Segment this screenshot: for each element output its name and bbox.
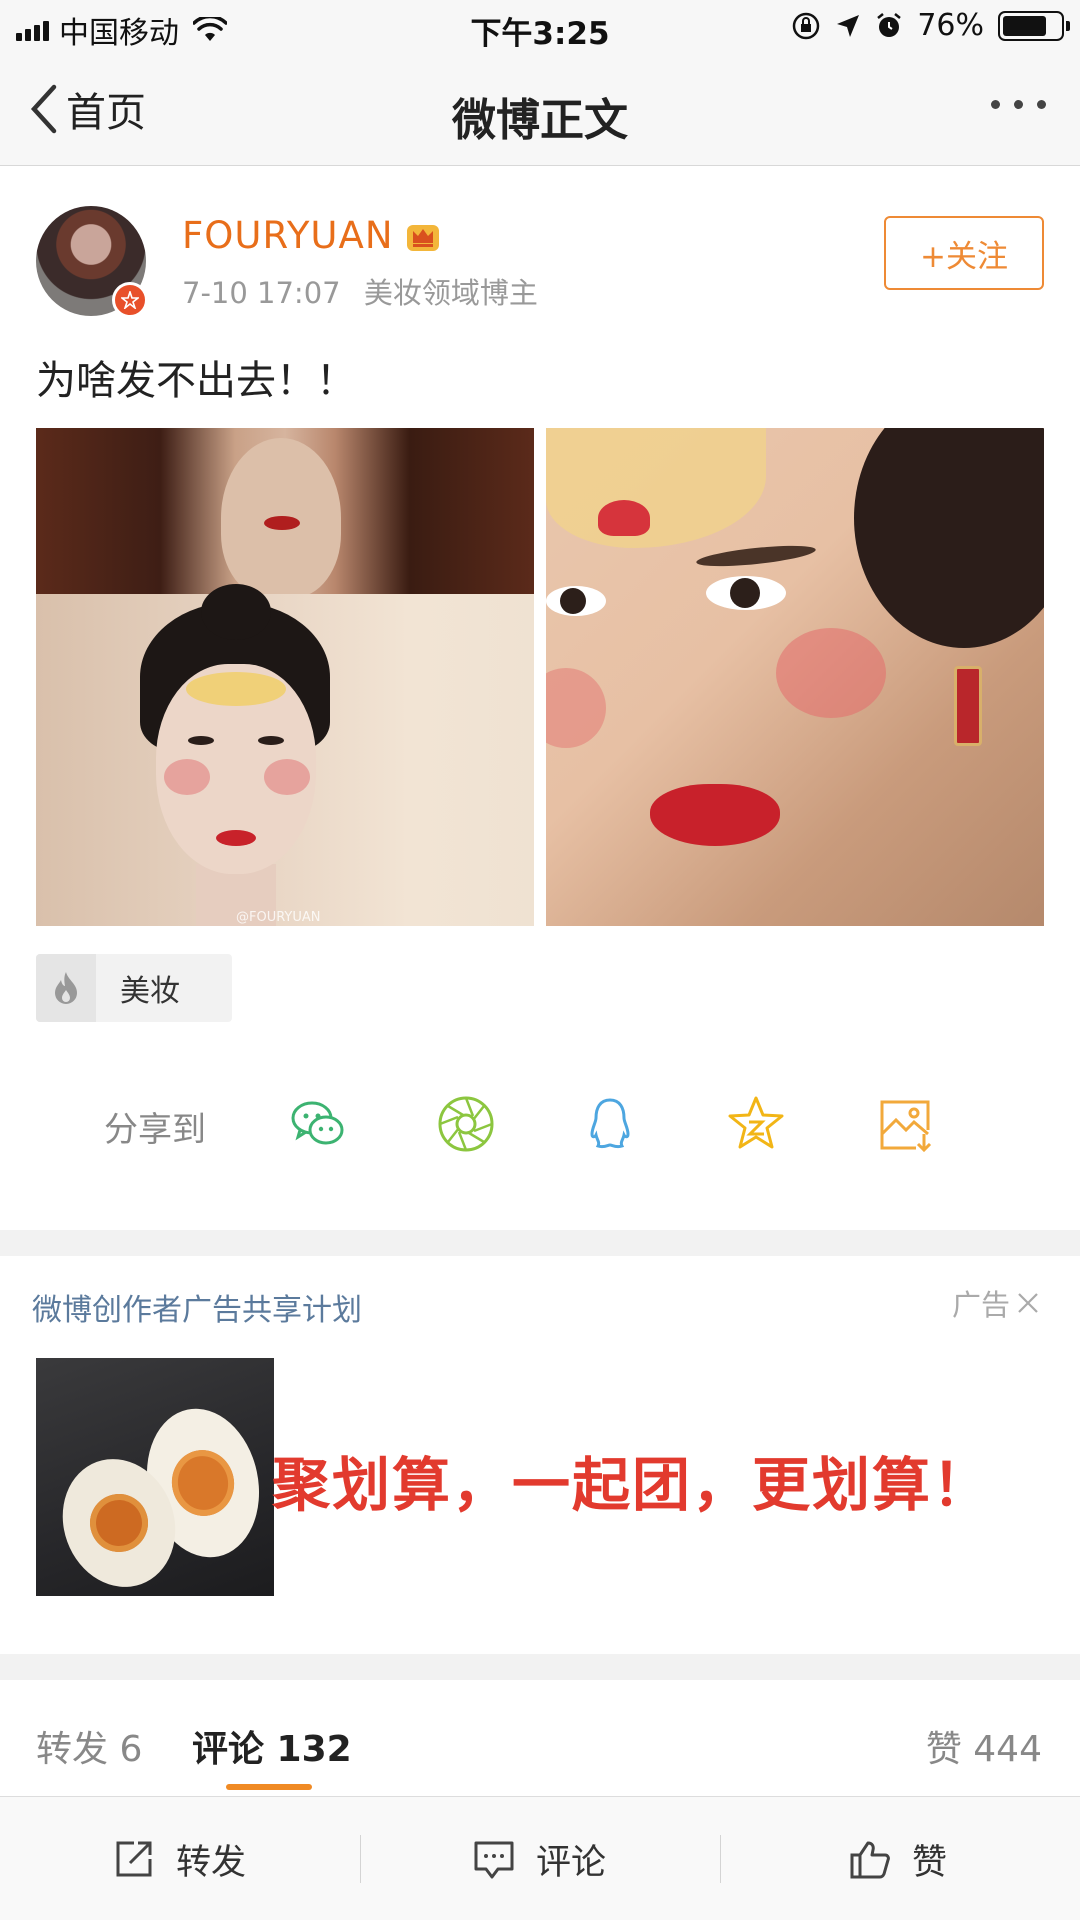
ad-dismiss-button[interactable]: 广告: [952, 1282, 1040, 1324]
thumbs-up-icon: [850, 1841, 890, 1879]
ad-title[interactable]: 微博创作者广告共享计划: [32, 1285, 362, 1329]
alarm-icon: [877, 12, 902, 37]
more-dot: [1014, 100, 1023, 109]
author-tag: 美妆领域博主: [363, 276, 538, 310]
more-dot: [991, 100, 1000, 109]
post-text: 为啥发不出去！！: [36, 358, 356, 404]
rotation-lock-icon: [793, 12, 820, 39]
more-options-button[interactable]: [991, 100, 1046, 109]
topic-label: 美妆: [120, 974, 180, 1009]
crown-icon: [406, 224, 439, 251]
section-divider: [0, 1654, 1080, 1680]
save-image-icon[interactable]: [876, 1094, 936, 1154]
image-panel-top: [36, 428, 534, 598]
post-timestamp: 7-10 17:07: [182, 276, 341, 310]
comment-button[interactable]: 评论: [472, 1797, 606, 1920]
topic-tag[interactable]: 美妆: [36, 954, 232, 1022]
moments-icon[interactable]: [436, 1094, 496, 1154]
tab-indicator: [226, 1784, 312, 1790]
toolbar-separator: [720, 1835, 721, 1883]
close-icon: [1018, 1293, 1038, 1313]
image-panel-bottom: [36, 584, 534, 926]
page-title: 微博正文: [452, 95, 628, 146]
username-label: FOURYUAN: [182, 214, 394, 257]
location-icon: [837, 14, 860, 37]
follow-button[interactable]: +关注: [884, 216, 1044, 290]
like-label: 赞: [912, 1842, 948, 1883]
comment-label: 评论: [536, 1842, 607, 1883]
ad-label: 广告: [951, 1288, 1010, 1322]
qq-icon[interactable]: [580, 1094, 640, 1154]
more-dot: [1037, 100, 1046, 109]
post-image-2[interactable]: [546, 428, 1044, 926]
tab-reposts[interactable]: 转发 6: [36, 1720, 142, 1772]
repost-label: 转发: [176, 1842, 247, 1883]
comment-icon: [474, 1841, 514, 1879]
repost-icon: [116, 1841, 152, 1877]
verified-badge-icon: [112, 282, 148, 318]
nav-bar: 首页 微博正文: [0, 52, 1080, 166]
post-meta: 7-10 17:07 美妆领域博主: [182, 270, 538, 312]
status-bar: 中国移动 下午3:25 76%: [0, 0, 1080, 52]
section-divider: [0, 1230, 1080, 1256]
wechat-icon[interactable]: [288, 1094, 348, 1154]
battery-percent: 76%: [917, 8, 984, 43]
like-button[interactable]: 赞: [848, 1797, 947, 1920]
battery-icon: [998, 10, 1070, 41]
battery-fill: [1003, 15, 1046, 36]
qzone-icon[interactable]: [726, 1094, 786, 1154]
bottom-toolbar: 转发 评论 赞: [0, 1796, 1080, 1920]
ad-image[interactable]: [36, 1358, 274, 1596]
tab-comments[interactable]: 评论 132: [192, 1720, 352, 1772]
tab-likes[interactable]: 赞 444: [926, 1720, 1042, 1772]
post-image-1[interactable]: @FOURYUAN: [36, 428, 534, 926]
share-label: 分享到: [104, 1110, 206, 1150]
image-watermark: @FOURYUAN: [236, 910, 321, 925]
ad-slogan[interactable]: 聚划算，一起团，更划算！: [272, 1438, 992, 1522]
status-right: 76%: [791, 8, 1070, 43]
username[interactable]: FOURYUAN: [182, 214, 442, 257]
toolbar-separator: [360, 1835, 361, 1883]
flame-icon: [36, 954, 96, 1022]
repost-button[interactable]: 转发: [112, 1797, 246, 1920]
